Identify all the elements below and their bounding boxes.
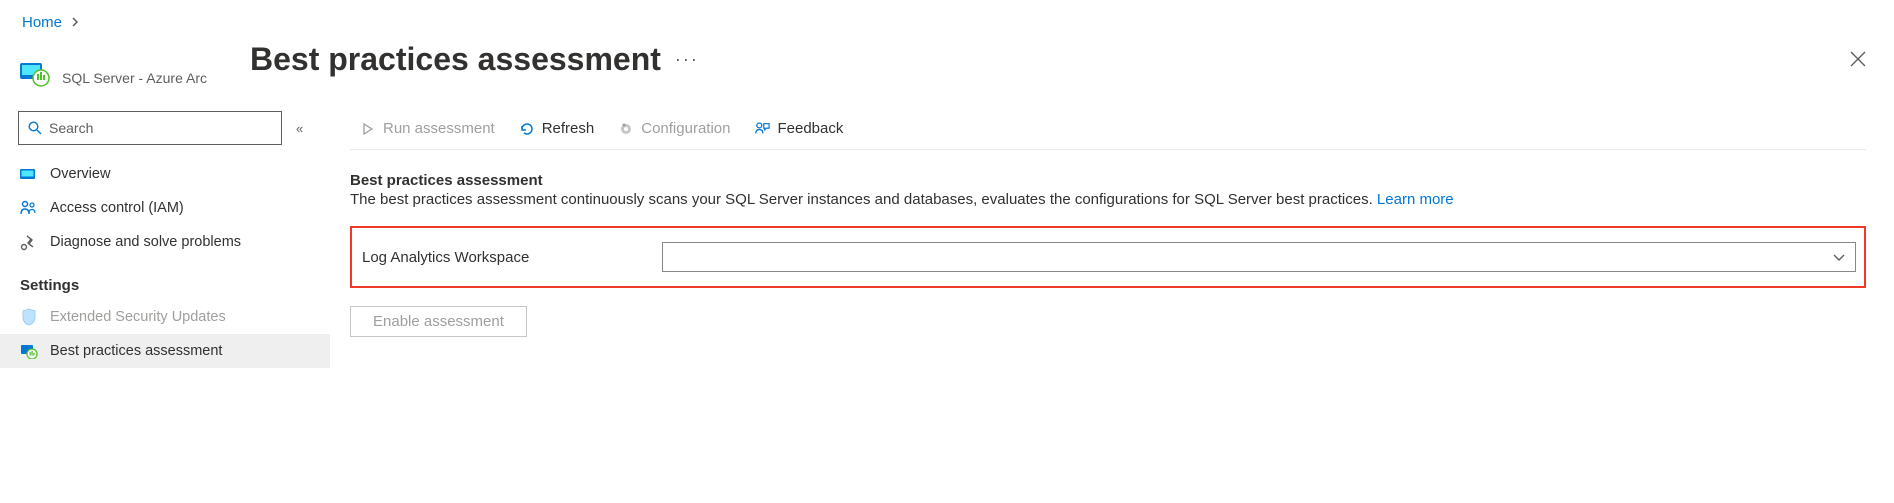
sidebar-item-access-control[interactable]: Access control (IAM): [0, 191, 330, 225]
workspace-label: Log Analytics Workspace: [362, 249, 662, 266]
diagnose-icon: [20, 233, 38, 251]
sidebar-nav: Overview Access control (IAM) Diagnose a…: [0, 157, 330, 368]
learn-more-link[interactable]: Learn more: [1377, 191, 1454, 208]
section-description: The best practices assessment continuous…: [350, 191, 1866, 208]
collapse-sidebar-icon[interactable]: «: [296, 121, 303, 136]
shield-icon: [20, 308, 38, 326]
log-analytics-workspace-row: Log Analytics Workspace: [350, 226, 1866, 288]
search-icon: [27, 120, 43, 136]
chevron-down-icon: [1833, 249, 1845, 265]
command-bar: Run assessment Refresh Configuration Fee…: [350, 108, 1866, 150]
play-icon: [360, 121, 376, 137]
sidebar-item-extended-security-updates[interactable]: Extended Security Updates: [0, 300, 330, 334]
sidebar-item-overview[interactable]: Overview: [0, 157, 330, 191]
feedback-button[interactable]: Feedback: [754, 120, 843, 137]
run-assessment-button: Run assessment: [360, 120, 495, 137]
sidebar-item-label: Overview: [50, 166, 110, 182]
cmd-label: Feedback: [777, 120, 843, 137]
sidebar-section-settings: Settings: [0, 259, 330, 300]
more-actions-button[interactable]: ···: [675, 49, 699, 70]
sidebar-item-label: Access control (IAM): [50, 200, 184, 216]
sidebar-search-box[interactable]: [18, 111, 282, 145]
gear-icon: [618, 121, 634, 137]
configuration-button: Configuration: [618, 120, 730, 137]
sql-server-azure-arc-icon: [20, 59, 52, 87]
cmd-label: Run assessment: [383, 120, 495, 137]
enable-assessment-button: Enable assessment: [350, 306, 527, 337]
sidebar-item-label: Extended Security Updates: [50, 309, 226, 325]
sidebar-item-label: Diagnose and solve problems: [50, 234, 241, 250]
breadcrumb-home-link[interactable]: Home: [22, 14, 62, 31]
main-content: Best practices assessment ··· Run assess…: [330, 41, 1894, 368]
sidebar-item-diagnose[interactable]: Diagnose and solve problems: [0, 225, 330, 259]
sidebar-search-input[interactable]: [49, 120, 273, 136]
cmd-label: Refresh: [542, 120, 595, 137]
close-button[interactable]: [1850, 47, 1866, 73]
overview-icon: [20, 165, 38, 183]
section-heading: Best practices assessment: [350, 172, 1866, 189]
page-title: Best practices assessment: [250, 41, 661, 78]
feedback-icon: [754, 121, 770, 137]
sidebar-item-best-practices-assessment[interactable]: Best practices assessment: [0, 334, 330, 368]
breadcrumb: Home: [0, 0, 1894, 41]
chevron-right-icon: [72, 14, 80, 30]
access-control-icon: [20, 199, 38, 217]
sidebar: SQL Server - Azure Arc « Overview: [0, 41, 330, 368]
cmd-label: Configuration: [641, 120, 730, 137]
workspace-dropdown[interactable]: [662, 242, 1856, 272]
refresh-button[interactable]: Refresh: [519, 120, 595, 137]
assessment-icon: [20, 342, 38, 360]
refresh-icon: [519, 121, 535, 137]
sidebar-item-label: Best practices assessment: [50, 343, 222, 359]
resource-type-label: SQL Server - Azure Arc: [62, 70, 207, 87]
